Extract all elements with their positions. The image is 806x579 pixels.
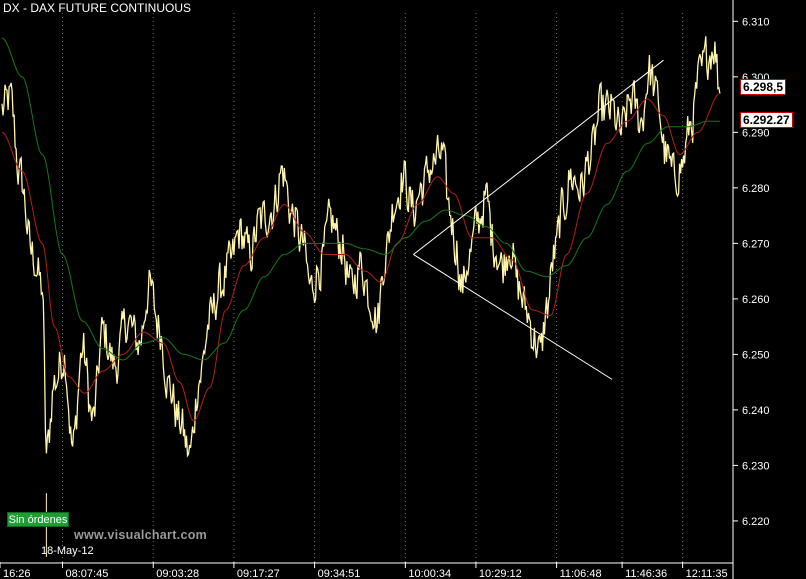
series-layer (1, 36, 721, 557)
x-tick-label: 10:00:34 (408, 568, 451, 579)
y-tick-label: 6.240 (742, 405, 770, 417)
y-tick-label: 6.270 (742, 238, 770, 250)
y-tick-label: 6.230 (742, 460, 770, 472)
slow-moving-average-line (1, 37, 720, 361)
x-tick-label: 16:26 (3, 568, 31, 579)
y-tick-label: 6.280 (742, 183, 770, 195)
x-tick-label: 09:17:27 (237, 568, 280, 579)
price-series-line (1, 36, 721, 458)
y-tick-label: 6.220 (742, 516, 770, 528)
x-tick-label: 11:46:36 (625, 568, 667, 579)
watermark-text: www.visualchart.com (74, 528, 208, 542)
chart-window: 16:26 08:07:45 09:03:28 09:17:27 09:34:51 10:… (0, 0, 806, 579)
y-tick-label: 6.260 (742, 294, 770, 306)
x-tick-label: 11:06:48 (560, 568, 602, 579)
status-badge[interactable]: Sin órdenes (7, 512, 69, 527)
lower-trendline (413, 254, 613, 380)
chart-title: DX - DAX FUTURE CONTINUOUS (3, 1, 192, 15)
last-price-label: 6.298,5 (740, 79, 787, 95)
grid-layer (62, 13, 684, 563)
y-tick-label: 6.310 (742, 16, 770, 28)
x-tick-label: 10:29:12 (479, 568, 522, 579)
session-date-label: 18-May-12 (41, 545, 94, 557)
x-tick-label: 09:03:28 (156, 568, 199, 579)
x-tick-label: 12:11:35 (686, 568, 728, 579)
y-tick-label: 6.250 (742, 349, 770, 361)
moving-average-label: 6.292.27 (740, 112, 793, 128)
watermark: www.visualchart.com (74, 528, 207, 542)
y-tick-label: 6.290 (742, 127, 770, 139)
x-tick-label: 08:07:45 (66, 568, 109, 579)
x-tick-label: 09:34:51 (318, 568, 361, 579)
upper-trendline (413, 59, 664, 255)
price-chart[interactable]: 16:26 08:07:45 09:03:28 09:17:27 09:34:51 10:… (0, 0, 806, 579)
